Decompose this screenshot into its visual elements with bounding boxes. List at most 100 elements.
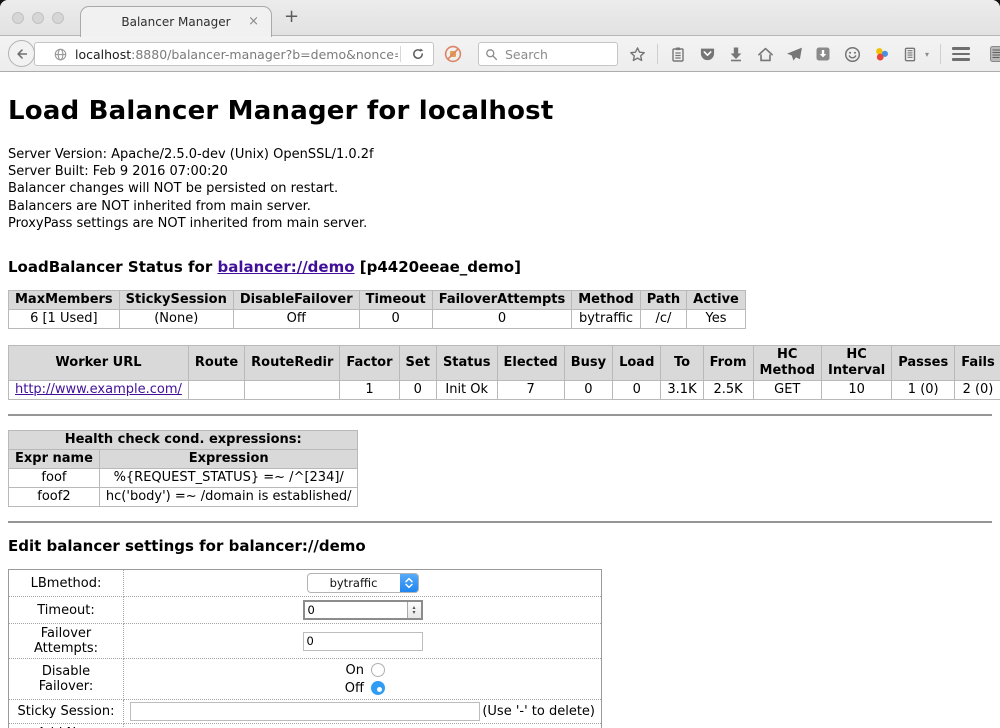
divider [8, 521, 992, 523]
colors-extension-button[interactable] [872, 45, 890, 63]
failover-on-radio[interactable] [371, 663, 385, 677]
tab-balancer-manager[interactable]: Balancer Manager × [80, 6, 272, 37]
bookmark-star-button[interactable] [628, 45, 646, 63]
status-heading: LoadBalancer Status for balancer://demo … [8, 258, 992, 276]
inherit-note-line: Balancers are NOT inherited from main se… [8, 198, 992, 215]
disable-failover-row: Disable Failover: On Off [9, 659, 602, 700]
toolbar-separator-2 [940, 44, 941, 64]
browser-window: Balancer Manager × + localhost:8880/bala… [0, 0, 1000, 728]
back-arrow-icon [15, 47, 29, 61]
url-path: :8880/balancer-manager?b=demo&nonce=decc… [131, 47, 398, 62]
tab-title: Balancer Manager [121, 15, 230, 29]
table-row: 6 [1 Used] (None) Off 0 0 bytraffic /c/ … [9, 310, 746, 329]
send-button[interactable] [785, 45, 803, 63]
url-divider [400, 46, 401, 62]
url-text[interactable]: localhost:8880/balancer-manager?b=demo&n… [75, 47, 398, 62]
expr-row: foof2 hc('body') =~ /domain is establish… [9, 488, 358, 507]
reading-list-button[interactable] [669, 45, 687, 63]
smiley-icon [844, 46, 861, 63]
toolbar-separator [657, 44, 658, 64]
hamburger-icon [952, 47, 970, 50]
failover-off-radio[interactable] [371, 681, 385, 695]
table-header-row: Worker URL Route RouteRedir Factor Set S… [9, 346, 1000, 381]
sticky-session-note: (Use '-' to delete) [482, 704, 597, 719]
lbmethod-label: LBmethod: [9, 570, 124, 597]
globe-icon [53, 47, 68, 62]
worker-row: http://www.example.com/ 1 0 Init Ok 7 0 … [9, 381, 1000, 400]
persist-note-line: Balancer changes will NOT be persisted o… [8, 180, 992, 197]
radio-off-label: Off [340, 681, 364, 696]
content-blocker-icon[interactable] [444, 45, 462, 67]
sticky-session-row: Sticky Session: (Use '-' to delete) [9, 700, 602, 724]
container-caret-icon[interactable]: ▾ [925, 50, 929, 59]
close-window-button[interactable] [12, 12, 24, 24]
url-host: localhost [75, 47, 131, 62]
zoom-window-button[interactable] [52, 12, 64, 24]
number-stepper-icon[interactable]: ▴▾ [407, 602, 421, 618]
lbmethod-select[interactable]: bytraffic [307, 573, 419, 593]
back-button[interactable] [8, 40, 35, 67]
paper-plane-icon [786, 46, 803, 63]
timeout-row: Timeout: ▴▾ [9, 597, 602, 624]
extension-download-button[interactable] [814, 45, 832, 63]
worker-table: Worker URL Route RouteRedir Factor Set S… [8, 345, 1000, 400]
clipboard-icon [670, 46, 686, 63]
balancer-demo-link[interactable]: balancer://demo [217, 258, 354, 276]
search-bar[interactable] [478, 42, 618, 66]
timeout-field[interactable]: ▴▾ [303, 600, 423, 620]
grid-icon [989, 43, 1000, 65]
expr-row: foof %{REQUEST_STATUS} =~ /^[234]/ [9, 469, 358, 488]
balancer-settings-form: LBmethod: bytraffic Timeout: [8, 569, 602, 728]
table-header-row: Expr name Expression [9, 450, 358, 469]
navigation-toolbar: localhost:8880/balancer-manager?b=demo&n… [0, 36, 1000, 72]
search-input[interactable] [503, 46, 611, 63]
feedback-smiley-button[interactable] [843, 45, 861, 63]
timeout-input[interactable] [305, 602, 407, 618]
container-button[interactable] [901, 45, 919, 63]
sticky-session-label: Sticky Session: [9, 700, 124, 724]
menu-button[interactable] [952, 45, 970, 63]
edit-settings-heading: Edit balancer settings for balancer://de… [8, 537, 992, 555]
grid-extension-button[interactable] [989, 45, 1000, 63]
minimize-window-button[interactable] [32, 12, 44, 24]
failover-attempts-input[interactable] [303, 632, 423, 651]
lbmethod-selected-value: bytraffic [308, 574, 400, 592]
download-arrow-icon [728, 46, 744, 62]
reload-icon [411, 47, 425, 61]
health-table-title: Health check cond. expressions: [9, 431, 358, 450]
page-title: Load Balancer Manager for localhost [8, 96, 992, 126]
page-content: Load Balancer Manager for localhost Serv… [0, 96, 1000, 728]
divider [8, 414, 992, 416]
server-version-line: Server Version: Apache/2.5.0-dev (Unix) … [8, 146, 992, 163]
table-header-row: MaxMembers StickySession DisableFailover… [9, 291, 746, 310]
sticky-session-input[interactable] [130, 702, 480, 721]
url-bar[interactable]: localhost:8880/balancer-manager?b=demo&n… [34, 42, 434, 66]
home-button[interactable] [756, 45, 774, 63]
pocket-button[interactable] [698, 45, 716, 63]
lbmethod-row: LBmethod: bytraffic [9, 570, 602, 597]
select-stepper-icon [400, 574, 418, 592]
radio-on-label: On [340, 663, 364, 678]
home-icon [757, 46, 774, 63]
server-info: Server Version: Apache/2.5.0-dev (Unix) … [8, 146, 992, 232]
health-check-table: Health check cond. expressions: Expr nam… [8, 430, 358, 507]
proxypass-note-line: ProxyPass settings are NOT inherited fro… [8, 215, 992, 232]
timeout-label: Timeout: [9, 597, 124, 624]
toolbar-icons: ▾ [628, 36, 1000, 72]
star-icon [629, 46, 646, 63]
container-icon [902, 46, 918, 63]
add-worker-label: Add New Worker: [9, 724, 124, 728]
search-icon [485, 48, 498, 61]
disable-failover-label: Disable Failover: [9, 659, 124, 700]
tab-close-icon[interactable]: × [248, 14, 259, 29]
worker-url-link[interactable]: http://www.example.com/ [15, 382, 182, 397]
window-controls [12, 12, 64, 24]
new-tab-button[interactable]: + [284, 6, 299, 27]
downloads-button[interactable] [727, 45, 745, 63]
reload-button[interactable] [403, 47, 433, 61]
failover-attempts-label: Failover Attempts: [9, 624, 124, 659]
failover-attempts-row: Failover Attempts: [9, 624, 602, 659]
titlebar: Balancer Manager × + [0, 0, 1000, 36]
server-built-line: Server Built: Feb 9 2016 07:00:20 [8, 163, 992, 180]
pocket-icon [699, 46, 716, 63]
